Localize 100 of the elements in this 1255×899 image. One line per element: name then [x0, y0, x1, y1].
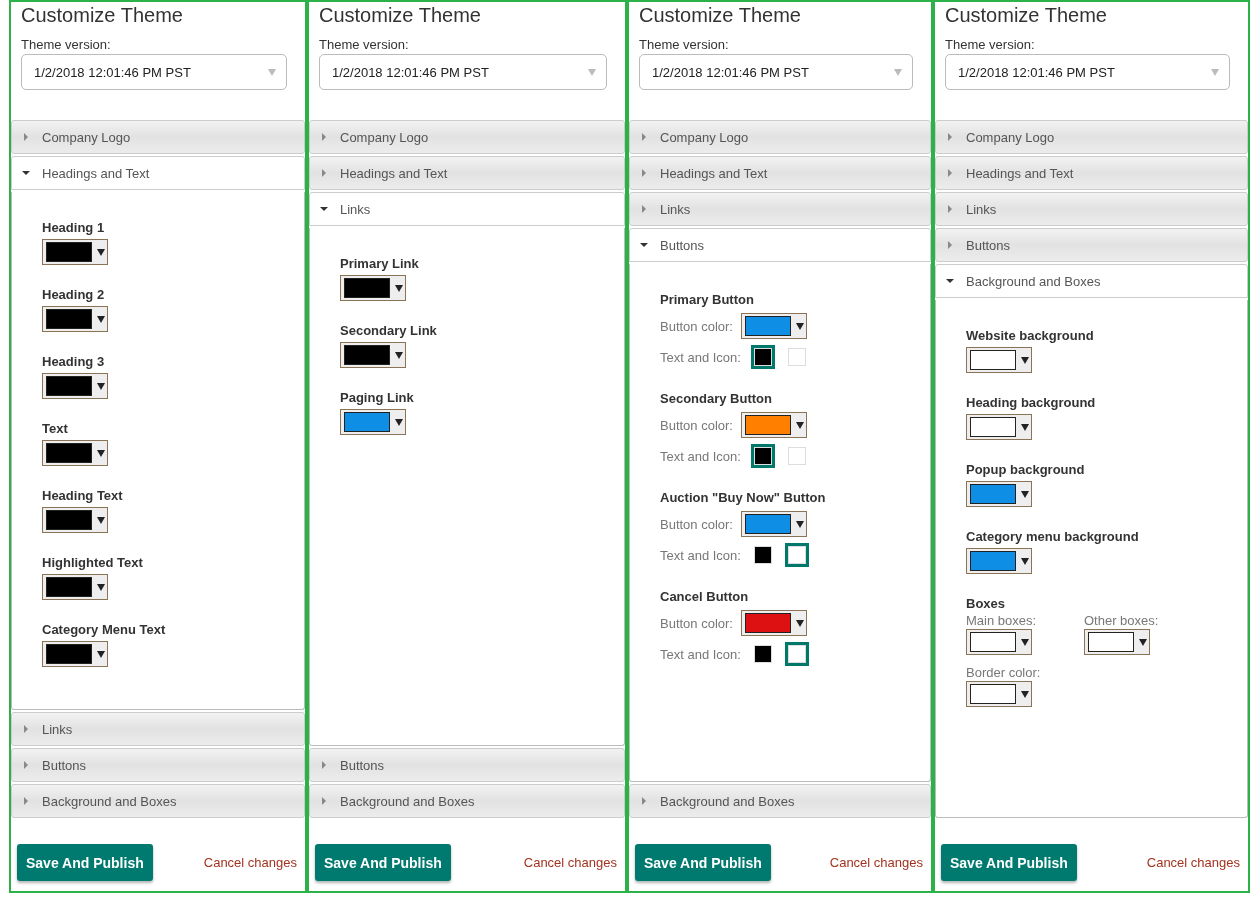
accordion-header[interactable]: Company Logo: [629, 120, 931, 154]
dropdown-arrow-icon: [796, 619, 804, 627]
color-picker[interactable]: [966, 629, 1032, 655]
color-picker[interactable]: [966, 347, 1032, 373]
caret-right-icon: [946, 133, 954, 141]
field-label: Heading 3: [42, 354, 106, 369]
dropdown-arrow-icon: [268, 68, 276, 76]
accordion-header[interactable]: Links: [309, 192, 625, 226]
accordion-header[interactable]: Headings and Text: [11, 156, 305, 190]
option-label: Text and Icon:: [660, 547, 741, 563]
save-and-publish-button[interactable]: Save And Publish: [941, 844, 1077, 881]
color-picker[interactable]: [741, 511, 807, 537]
color-picker[interactable]: [42, 440, 108, 466]
accordion-header[interactable]: Company Logo: [935, 120, 1248, 154]
accordion-header[interactable]: Background and Boxes: [629, 784, 931, 818]
color-picker[interactable]: [741, 610, 807, 636]
caret-right-icon: [946, 241, 954, 249]
dropdown-arrow-icon: [97, 315, 105, 323]
accordion-header[interactable]: Background and Boxes: [11, 784, 305, 818]
accordion-header[interactable]: Links: [935, 192, 1248, 226]
field-label: Popup background: [966, 462, 1086, 477]
caret-right-icon: [946, 205, 954, 213]
color-picker[interactable]: [966, 481, 1032, 507]
caret-right-icon: [22, 761, 30, 769]
accordion-header[interactable]: Buttons: [629, 228, 931, 262]
field-label: Text: [42, 421, 69, 436]
version-select[interactable]: 1/2/2018 12:01:46 PM PST: [21, 54, 287, 90]
field-label: Boxes: [966, 596, 1007, 611]
save-and-publish-button[interactable]: Save And Publish: [635, 844, 771, 881]
color-picker[interactable]: [340, 275, 406, 301]
caret-down-icon: [22, 169, 30, 177]
color-picker[interactable]: [42, 641, 108, 667]
color-picker[interactable]: [42, 239, 108, 265]
dropdown-arrow-icon: [796, 520, 804, 528]
caret-down-icon: [320, 205, 328, 213]
option-label: Border color:: [966, 665, 1041, 680]
option-label: Text and Icon:: [660, 448, 741, 464]
dropdown-arrow-icon: [894, 68, 902, 76]
option-label: Button color:: [660, 318, 733, 334]
caret-right-icon: [320, 797, 328, 805]
caret-down-icon: [640, 241, 648, 249]
dropdown-arrow-icon: [1021, 490, 1029, 498]
dropdown-arrow-icon: [97, 583, 105, 591]
panel-title: Customize Theme: [21, 4, 184, 27]
option-label: Main boxes:: [966, 613, 1037, 628]
panel-title: Customize Theme: [945, 4, 1108, 27]
accordion-header[interactable]: Links: [629, 192, 931, 226]
caret-right-icon: [320, 169, 328, 177]
accordion-header[interactable]: Headings and Text: [629, 156, 931, 190]
color-picker[interactable]: [1084, 629, 1150, 655]
cancel-changes-link[interactable]: Cancel changes: [829, 855, 923, 870]
accordion-header[interactable]: Background and Boxes: [309, 784, 625, 818]
color-picker[interactable]: [741, 313, 807, 339]
color-picker[interactable]: [42, 574, 108, 600]
color-picker[interactable]: [340, 409, 406, 435]
dropdown-arrow-icon: [1211, 68, 1219, 76]
accordion-header[interactable]: Buttons: [309, 748, 625, 782]
accordion-header[interactable]: Buttons: [11, 748, 305, 782]
option-label: Button color:: [660, 516, 733, 532]
color-picker[interactable]: [741, 412, 807, 438]
accordion-header[interactable]: Company Logo: [309, 120, 625, 154]
accordion-header[interactable]: Headings and Text: [309, 156, 625, 190]
version-select[interactable]: 1/2/2018 12:01:46 PM PST: [639, 54, 913, 90]
version-select[interactable]: 1/2/2018 12:01:46 PM PST: [945, 54, 1230, 90]
dropdown-arrow-icon: [588, 68, 596, 76]
accordion-header[interactable]: Company Logo: [11, 120, 305, 154]
accordion-header[interactable]: Links: [11, 712, 305, 746]
cancel-changes-link[interactable]: Cancel changes: [203, 855, 297, 870]
dropdown-arrow-icon: [395, 351, 403, 359]
version-select[interactable]: 1/2/2018 12:01:46 PM PST: [319, 54, 607, 90]
dropdown-arrow-icon: [1021, 557, 1029, 565]
accordion-header[interactable]: Buttons: [935, 228, 1248, 262]
caret-down-icon: [946, 277, 954, 285]
accordion-header[interactable]: Background and Boxes: [935, 264, 1248, 298]
color-picker[interactable]: [42, 306, 108, 332]
color-picker[interactable]: [42, 507, 108, 533]
field-label: Auction "Buy Now" Button: [660, 490, 827, 505]
cancel-changes-link[interactable]: Cancel changes: [523, 855, 617, 870]
accordion-header[interactable]: Headings and Text: [935, 156, 1248, 190]
cancel-changes-link[interactable]: Cancel changes: [1146, 855, 1240, 870]
field-label: Heading 1: [42, 220, 106, 235]
color-picker[interactable]: [966, 548, 1032, 574]
dropdown-arrow-icon: [1021, 423, 1029, 431]
save-and-publish-button[interactable]: Save And Publish: [17, 844, 153, 881]
field-label: Theme version:: [945, 37, 1036, 52]
color-picker[interactable]: [966, 414, 1032, 440]
field-label: Website background: [966, 328, 1095, 343]
color-picker[interactable]: [966, 681, 1032, 707]
dropdown-arrow-icon: [97, 516, 105, 524]
dropdown-arrow-icon: [97, 248, 105, 256]
save-and-publish-button[interactable]: Save And Publish: [315, 844, 451, 881]
dropdown-arrow-icon: [1021, 690, 1029, 698]
color-picker[interactable]: [42, 373, 108, 399]
field-label: Theme version:: [21, 37, 112, 52]
field-label: Category Menu Text: [42, 622, 167, 637]
field-label: Theme version:: [319, 37, 410, 52]
dropdown-arrow-icon: [395, 418, 403, 426]
caret-right-icon: [640, 797, 648, 805]
panel-title: Customize Theme: [639, 4, 802, 27]
color-picker[interactable]: [340, 342, 406, 368]
